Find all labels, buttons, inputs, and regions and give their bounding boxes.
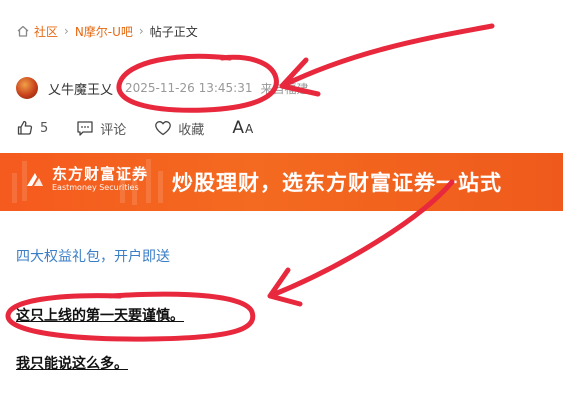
post-actions: 5 评论 收藏 A A: [16, 117, 253, 139]
post-meta: 乂牛魔王乂 2025-11-26 13:45:31 来自福建: [16, 76, 308, 100]
thumbs-up-icon: [17, 120, 33, 135]
like-button[interactable]: 5: [16, 119, 48, 137]
post-paragraph: 这只上线的第一天要谨慎。: [16, 308, 184, 324]
favorite-button[interactable]: 收藏: [154, 119, 204, 138]
font-size-large-icon: A: [232, 118, 244, 138]
author-name[interactable]: 乂牛魔王乂: [48, 79, 113, 98]
heart-icon: [155, 121, 172, 136]
breadcrumb-community-link[interactable]: 社区: [34, 23, 58, 40]
eastmoney-logo: 东方财富证券 Eastmoney Securities: [24, 166, 148, 193]
banner-slogan: 炒股理财，选东方财富证券一站式: [172, 171, 502, 195]
avatar[interactable]: [16, 77, 38, 99]
post-time: 2025-11-26 13:45:31: [125, 81, 253, 95]
post-paragraph: 我只能说这么多。: [16, 356, 128, 372]
font-size-toggle[interactable]: A A: [232, 118, 253, 138]
promo-link[interactable]: 四大权益礼包，开户即送: [16, 246, 170, 266]
comment-icon: [77, 121, 93, 136]
breadcrumb-current: 帖子正文: [149, 24, 198, 39]
brand-name-english: Eastmoney Securities: [52, 183, 139, 192]
breadcrumb-forum-link[interactable]: N摩尔-U吧: [75, 23, 133, 40]
post-body: 这只上线的第一天要谨慎。 我只能说这么多。: [16, 305, 536, 373]
breadcrumb-separator-icon: ›: [64, 24, 69, 38]
comment-label: 评论: [100, 122, 127, 138]
comment-button[interactable]: 评论: [76, 119, 126, 138]
post-location: 来自福建: [260, 81, 309, 96]
favorite-label: 收藏: [178, 122, 205, 138]
annotation-arrow-time: [279, 23, 495, 97]
ad-banner[interactable]: 东方财富证券 Eastmoney Securities 炒股理财，选东方财富证券…: [0, 153, 563, 211]
home-icon[interactable]: [16, 24, 30, 38]
breadcrumb: 社区 › N摩尔-U吧 › 帖子正文: [16, 22, 198, 40]
eastmoney-logo-icon: [27, 172, 43, 186]
breadcrumb-separator-icon: ›: [138, 24, 144, 38]
like-count: 5: [40, 120, 49, 136]
brand-name: 东方财富证券: [52, 165, 149, 183]
font-size-small-icon: A: [244, 122, 254, 136]
